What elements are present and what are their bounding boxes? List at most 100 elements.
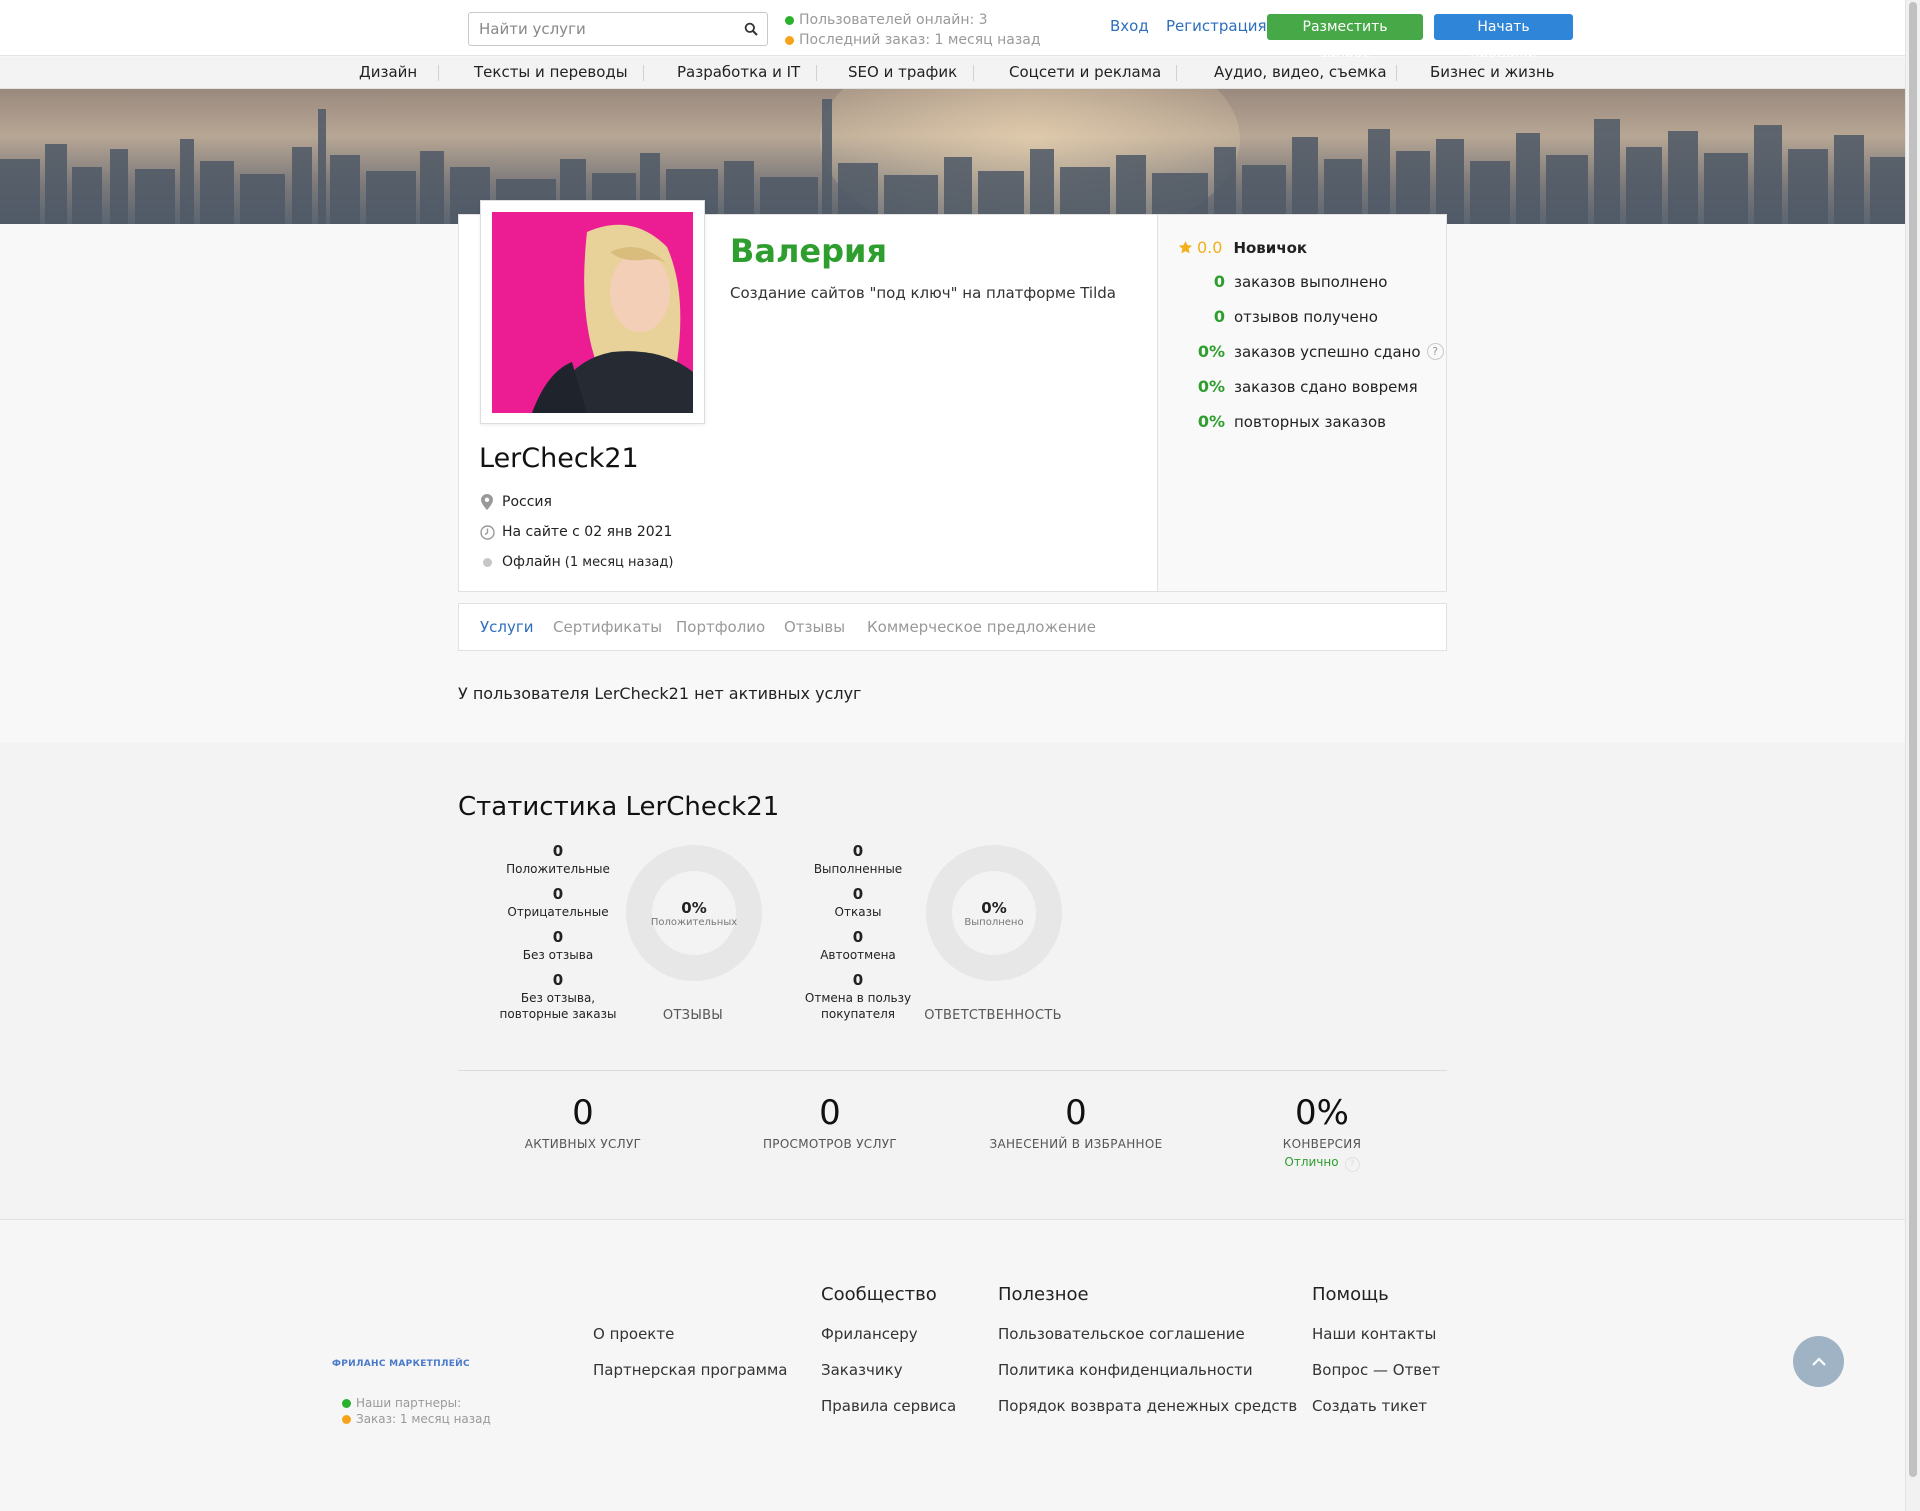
category-business[interactable]: Бизнес и жизнь — [1430, 57, 1554, 89]
favorites-total: 0 ЗАНЕСЕНИЙ В ИЗБРАННОЕ — [989, 1093, 1163, 1151]
profile-tagline: Создание сайтов "под ключ" на платформе … — [730, 284, 1116, 302]
footer-link-refund[interactable]: Порядок возврата денежных средств — [998, 1397, 1297, 1415]
footer-useful-title: Полезное — [998, 1284, 1089, 1305]
tab-services[interactable]: Услуги — [480, 604, 533, 650]
profile-card-divider — [1157, 215, 1158, 591]
footer-last-order: Заказ: 1 месяц назад — [342, 1412, 491, 1426]
conversion-rating: Отлично? — [1212, 1155, 1432, 1172]
scroll-to-top-button[interactable] — [1793, 1336, 1844, 1387]
footer-link-rules[interactable]: Правила сервиса — [821, 1397, 956, 1415]
header: Пользователей онлайн: 3 Последний заказ:… — [0, 0, 1905, 61]
member-since-row: На сайте с 02 янв 2021 — [479, 524, 672, 540]
reviews-none: 0 Без отзыва — [522, 928, 594, 963]
orders-completed-stat: 0 заказов выполнено — [1175, 272, 1388, 291]
tab-reviews[interactable]: Отзывы — [784, 604, 845, 650]
footer — [0, 1221, 1905, 1511]
stat-value: 0 — [1213, 307, 1225, 326]
offline-dot-icon — [479, 554, 495, 570]
users-online-text: Пользователей онлайн: 3 — [799, 12, 988, 28]
footer-help-title: Помощь — [1312, 1284, 1389, 1305]
online-dot-icon — [785, 15, 794, 25]
footer-link-freelancer[interactable]: Фрилансеру — [821, 1325, 918, 1343]
tab-portfolio[interactable]: Портфолио — [676, 604, 765, 650]
help-question-icon[interactable]: ? — [1344, 1157, 1360, 1172]
page: Пользователей онлайн: 3 Последний заказ:… — [0, 0, 1905, 1511]
category-separator — [1396, 65, 1397, 81]
stat-label: заказов выполнено — [1234, 272, 1388, 291]
footer-link-user-agreement[interactable]: Пользовательское соглашение — [998, 1325, 1245, 1343]
tab-certificates[interactable]: Сертификаты — [553, 604, 662, 650]
stat-label: отзывов получено — [1234, 307, 1378, 326]
reviews-caption: ОТЗЫВЫ — [662, 1008, 724, 1023]
category-design[interactable]: Дизайн — [359, 57, 417, 89]
stat-label: повторных заказов — [1234, 412, 1386, 431]
reviews-none-repeat: 0 Без отзыва, повторные заказы — [499, 971, 617, 1022]
register-link[interactable]: Регистрация — [1166, 17, 1267, 35]
reviews-donut-chart: 0% Положительных — [625, 844, 763, 982]
stat-value: 0% — [1197, 412, 1225, 431]
footer-link-partner-program[interactable]: Партнерская программа — [593, 1361, 788, 1379]
stat-label: заказов сдано вовремя — [1234, 377, 1418, 396]
orders-on-time-stat: 0% заказов сдано вовремя — [1175, 377, 1418, 396]
stat-value: 0% — [1197, 377, 1225, 396]
avatar[interactable] — [492, 212, 693, 413]
search-box[interactable] — [468, 12, 768, 46]
donut-percent: 0% — [981, 898, 1007, 917]
footer-link-faq[interactable]: Вопрос — Ответ — [1312, 1361, 1440, 1379]
category-dev-it[interactable]: Разработка и IT — [677, 57, 800, 89]
footer-link-about[interactable]: О проекте — [593, 1325, 674, 1343]
stat-value: 0 — [1213, 272, 1225, 291]
donut-percent: 0% — [681, 898, 707, 917]
responsibility-donut-chart: 0% Выполнено — [925, 844, 1063, 982]
help-question-icon[interactable]: ? — [1426, 343, 1444, 360]
reviews-negative: 0 Отрицательные — [507, 885, 609, 920]
footer-logo[interactable]: ФРИЛАНС МАРКЕТПЛЕЙС — [332, 1359, 470, 1369]
avatar-photo-image — [492, 212, 693, 413]
footer-community-title: Сообщество — [821, 1284, 937, 1305]
reviews-positive: 0 Положительные — [506, 842, 610, 877]
search-icon[interactable] — [744, 22, 758, 36]
order-dot-icon — [785, 35, 794, 45]
start-selling-button[interactable]: Начать продажи — [1434, 14, 1573, 61]
rating-score: 0.0 — [1197, 238, 1223, 257]
category-separator — [1176, 65, 1177, 81]
reviews-received-stat: 0 отзывов получено — [1175, 307, 1378, 326]
online-status: Пользователей онлайн: 3 Последний заказ:… — [785, 10, 1041, 50]
avatar-frame — [480, 200, 705, 424]
post-request-button[interactable]: Разместить запрос — [1267, 14, 1423, 61]
category-separator — [816, 65, 817, 81]
category-audio-video[interactable]: Аудио, видео, съемка — [1214, 57, 1387, 89]
offline-detail-text: (1 месяц назад) — [564, 554, 674, 570]
no-services-message: У пользователя LerCheck21 нет активных у… — [458, 684, 862, 703]
active-services-total: 0 АКТИВНЫХ УСЛУГ — [524, 1093, 642, 1151]
login-link[interactable]: Вход — [1110, 17, 1149, 35]
category-seo[interactable]: SEO и трафик — [848, 57, 957, 89]
stat-value: 0% — [1197, 342, 1225, 361]
scrollbar-thumb[interactable] — [1909, 2, 1917, 1477]
category-social-ads[interactable]: Соцсети и реклама — [1009, 57, 1161, 89]
orders-success-stat: 0% заказов успешно сдано ? — [1175, 342, 1444, 361]
rating-level: Новичок — [1233, 238, 1308, 257]
search-input[interactable] — [479, 13, 729, 45]
profile-banner — [0, 89, 1905, 224]
stat-label: заказов успешно сдано — [1234, 342, 1421, 361]
footer-link-create-ticket[interactable]: Создать тикет — [1312, 1397, 1427, 1415]
footer-link-privacy[interactable]: Политика конфиденциальности — [998, 1361, 1253, 1379]
category-separator — [973, 65, 974, 81]
category-separator — [643, 65, 644, 81]
page-scrollbar[interactable] — [1905, 0, 1920, 1511]
footer-link-customer[interactable]: Заказчику — [821, 1361, 903, 1379]
last-order-text: Последний заказ: 1 месяц назад — [799, 32, 1041, 48]
service-views-total: 0 ПРОСМОТРОВ УСЛУГ — [762, 1093, 898, 1151]
rating-row: 0.0 Новичок — [1178, 238, 1307, 257]
partners-dot-icon — [342, 1398, 351, 1408]
category-texts[interactable]: Тексты и переводы — [474, 57, 628, 89]
donut-sublabel: Выполнено — [964, 916, 1024, 928]
tab-commercial-offer[interactable]: Коммерческое предложение — [867, 604, 1096, 650]
location-row: Россия — [479, 494, 552, 510]
footer-link-contacts[interactable]: Наши контакты — [1312, 1325, 1436, 1343]
username: LerCheck21 — [479, 443, 639, 474]
category-separator — [438, 65, 439, 81]
star-icon — [1178, 240, 1193, 254]
online-status-row: Офлайн (1 месяц назад) — [479, 554, 673, 570]
